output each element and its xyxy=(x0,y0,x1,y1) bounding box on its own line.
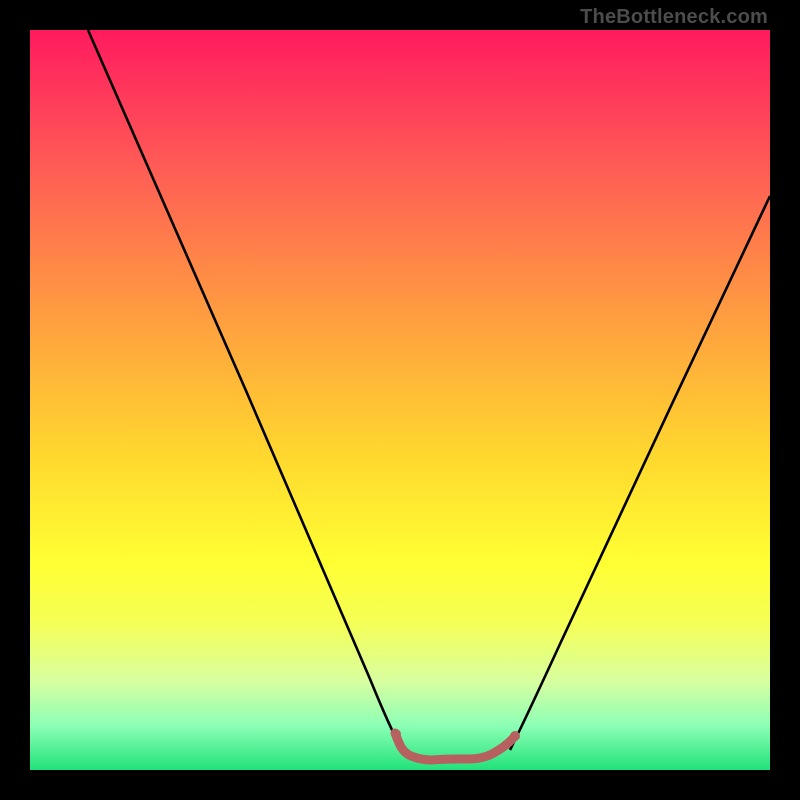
notch-left-dot xyxy=(391,729,401,739)
notch-right-dot xyxy=(510,731,520,741)
chart-svg xyxy=(30,30,770,770)
plot-area xyxy=(30,30,770,770)
watermark-text: TheBottleneck.com xyxy=(580,6,768,29)
line-notch xyxy=(395,733,515,760)
line-left-curve xyxy=(88,30,403,752)
line-right-curve xyxy=(510,196,770,750)
